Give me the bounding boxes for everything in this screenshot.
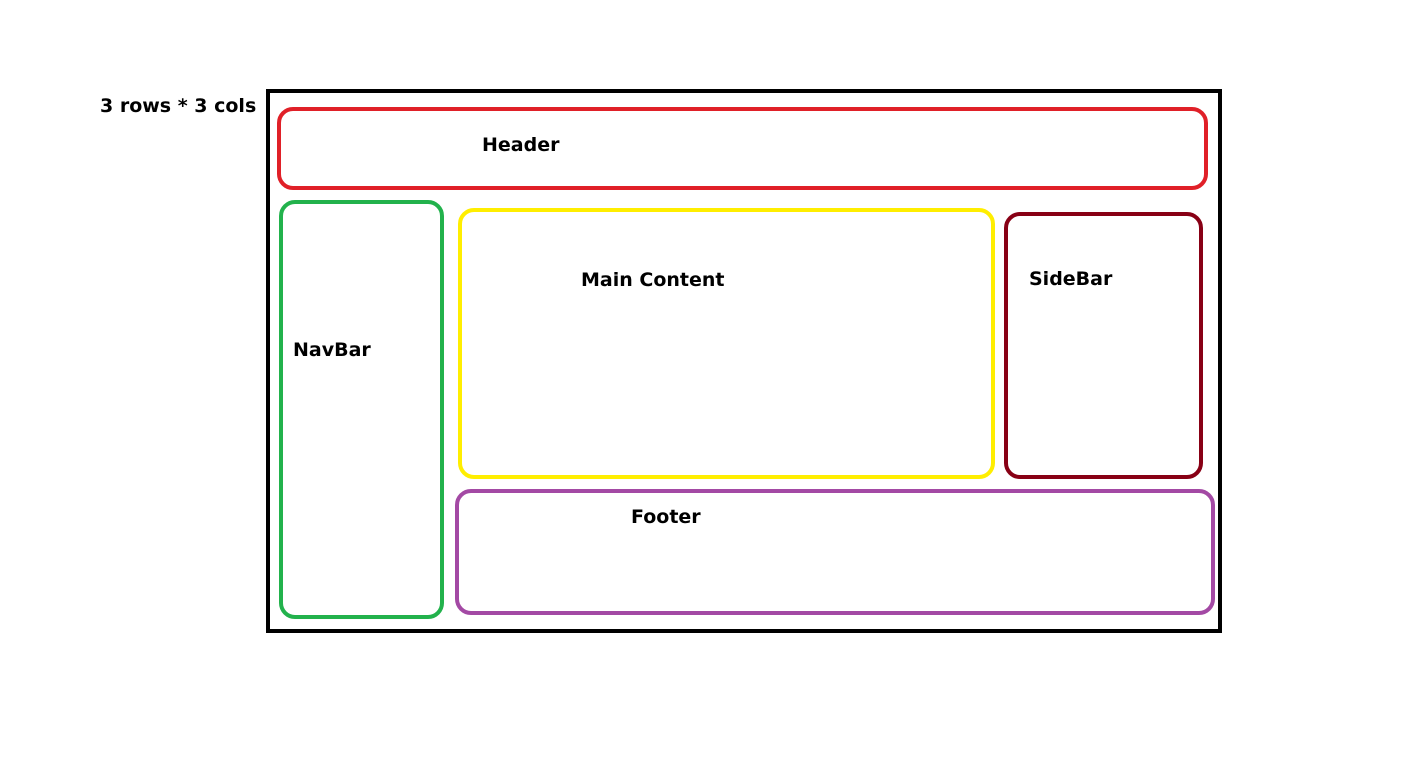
header-label: Header — [482, 134, 560, 156]
grid-caption: 3 rows * 3 cols — [100, 95, 257, 117]
navbar-label: NavBar — [293, 339, 371, 361]
footer-region — [455, 489, 1215, 615]
main-content-label: Main Content — [581, 269, 725, 291]
sidebar-label: SideBar — [1029, 268, 1113, 290]
main-content-region — [458, 208, 995, 479]
footer-label: Footer — [631, 506, 701, 528]
navbar-region — [279, 200, 444, 619]
header-region — [277, 107, 1208, 190]
sidebar-region — [1004, 212, 1203, 479]
